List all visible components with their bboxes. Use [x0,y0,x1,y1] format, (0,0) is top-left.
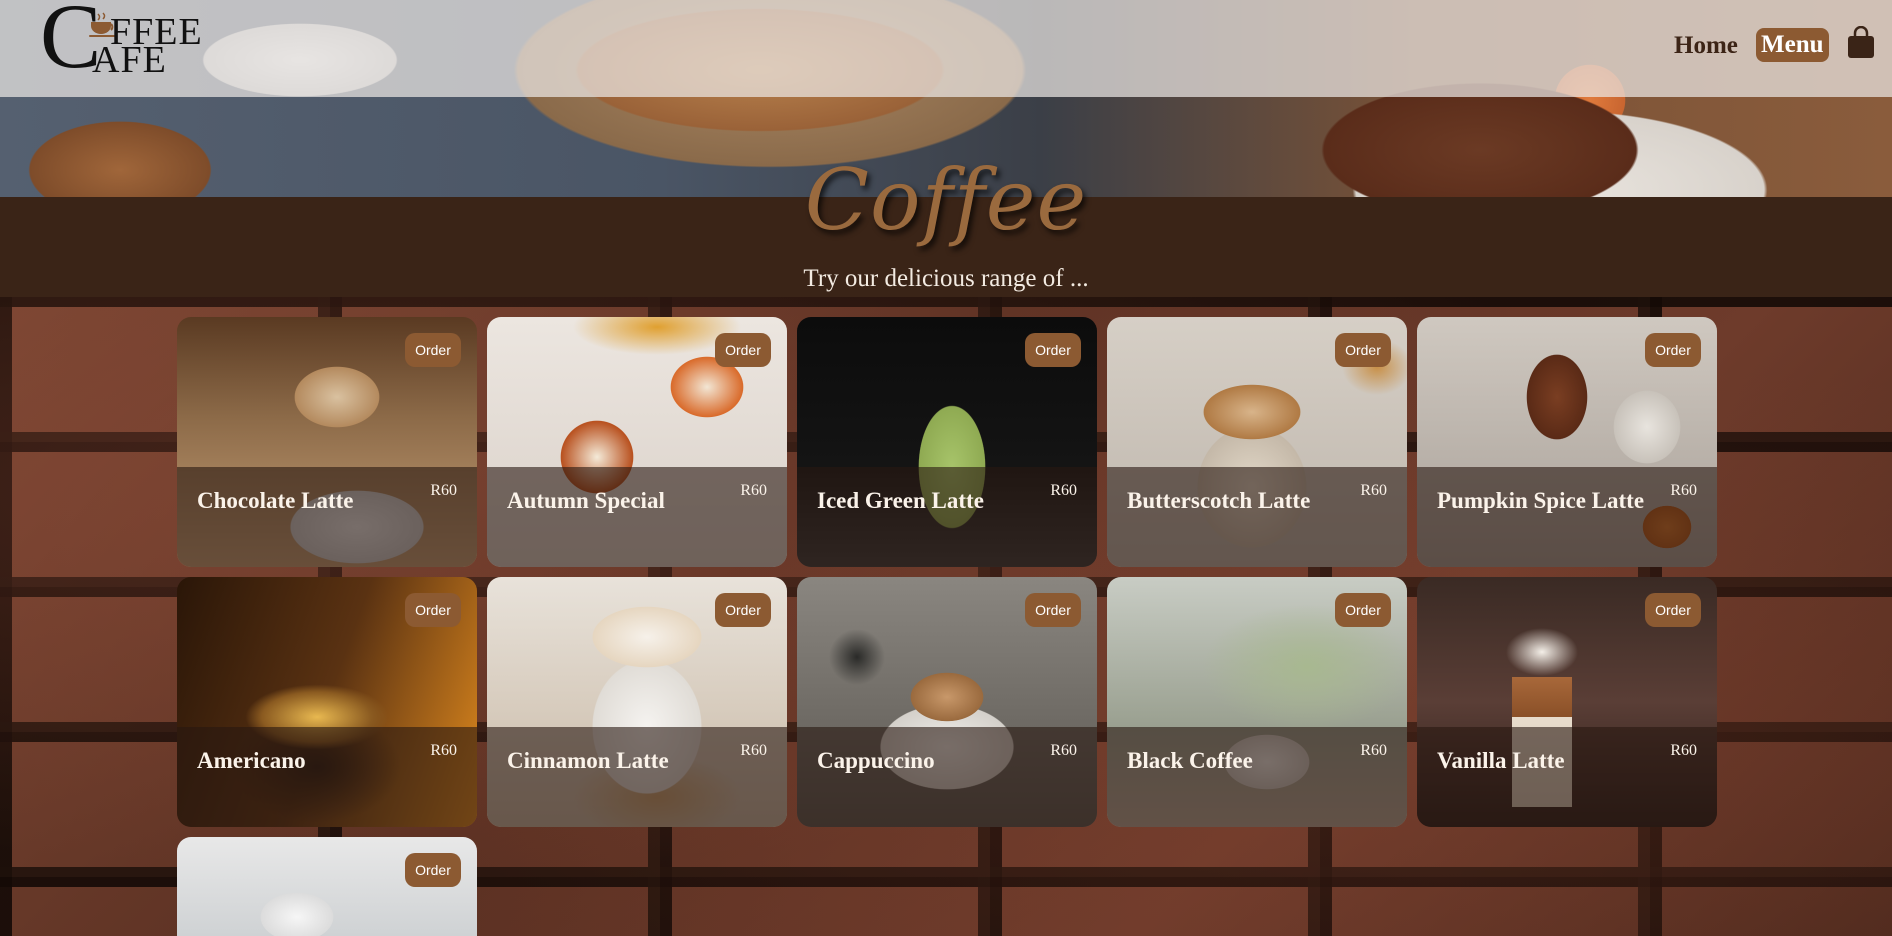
order-button[interactable]: Order [405,593,461,627]
order-button[interactable]: Order [405,853,461,887]
item-name: Black Coffee [1127,748,1253,773]
item-price: R60 [740,742,767,759]
menu-card-chocolate-latte[interactable]: Chocolate Latte R60 Order [177,317,477,567]
menu-card-cappuccino[interactable]: Cappuccino R60 Order [797,577,1097,827]
order-button[interactable]: Order [405,333,461,367]
navbar: C FFEE AFE Home Menu [0,0,1892,97]
item-price: R60 [1050,742,1077,759]
item-name: Butterscotch Latte [1127,488,1311,513]
item-name: Americano [197,748,306,773]
item-name: Chocolate Latte [197,488,354,513]
menu-card-butterscotch-latte[interactable]: Butterscotch Latte R60 Order [1107,317,1407,567]
item-price: R60 [1360,482,1387,499]
menu-card-americano[interactable]: Americano R60 Order [177,577,477,827]
item-name: Iced Green Latte [817,488,984,513]
item-price: R60 [430,742,457,759]
page-subtitle: Try our delicious range of ... [803,265,1089,292]
menu-card-cinnamon-latte[interactable]: Cinnamon Latte R60 Order [487,577,787,827]
logo[interactable]: C FFEE AFE [40,0,220,84]
menu-card-pumpkin-spice-latte[interactable]: Pumpkin Spice Latte R60 Order [1417,317,1717,567]
menu-card-black-coffee[interactable]: Black Coffee R60 Order [1107,577,1407,827]
order-button[interactable]: Order [1645,333,1701,367]
order-button[interactable]: Order [715,593,771,627]
item-price: R60 [740,482,767,499]
nav-menu-link[interactable]: Menu [1756,28,1829,62]
order-button[interactable]: Order [1335,333,1391,367]
menu-card-autumn-special[interactable]: Autumn Special R60 Order [487,317,787,567]
shopping-bag-icon[interactable] [1846,26,1876,60]
item-name: Pumpkin Spice Latte [1437,488,1645,513]
order-button[interactable]: Order [1335,593,1391,627]
item-price: R60 [1360,742,1387,759]
order-button[interactable]: Order [1025,593,1081,627]
item-name: Cappuccino [817,748,935,773]
item-price: R60 [430,482,457,499]
order-button[interactable]: Order [1645,593,1701,627]
page-title: Coffee [804,151,1088,249]
item-name: Autumn Special [507,488,665,513]
item-name: Cinnamon Latte [507,748,669,773]
item-price: R60 [1670,482,1697,499]
menu-card-iced-green-latte[interactable]: Iced Green Latte R60 Order [797,317,1097,567]
item-name: Vanilla Latte [1437,748,1565,773]
item-price: R60 [1670,742,1697,759]
order-button[interactable]: Order [1025,333,1081,367]
logo-line2: AFE [92,39,167,81]
nav-home-link[interactable]: Home [1668,26,1744,66]
item-price: R60 [1050,482,1077,499]
menu-card-partial[interactable]: Order [177,837,477,936]
order-button[interactable]: Order [715,333,771,367]
menu-card-vanilla-latte[interactable]: Vanilla Latte R60 Order [1417,577,1717,827]
